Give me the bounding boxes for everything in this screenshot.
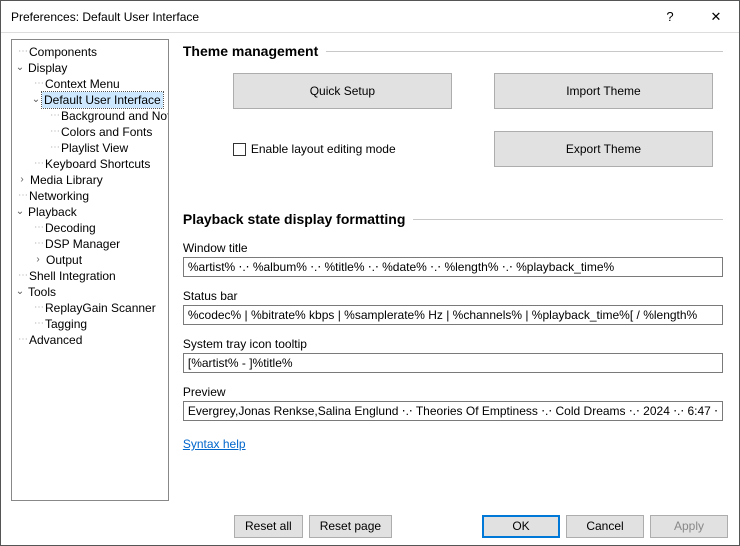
chevron-down-icon[interactable]: ⌄ — [14, 284, 26, 300]
tree-item-media-library[interactable]: › Media Library — [14, 172, 166, 188]
chevron-right-icon[interactable]: › — [16, 172, 28, 188]
tree-item-playback[interactable]: ⌄ Playback — [14, 204, 166, 220]
window-title-input[interactable] — [183, 257, 723, 277]
checkbox-label: Enable layout editing mode — [251, 142, 396, 156]
title-bar: Preferences: Default User Interface ? ✕ — [1, 1, 739, 33]
window-title-field: Window title — [183, 241, 723, 277]
syntax-help-link[interactable]: Syntax help — [183, 437, 246, 451]
reset-all-button[interactable]: Reset all — [234, 515, 303, 538]
window-title-label: Window title — [183, 241, 723, 255]
content-area: ⋯ Components ⌄ Display ⋯ Context Menu ⌄ … — [1, 33, 739, 507]
tree-connector: ⋯ — [34, 316, 43, 332]
tray-label: System tray icon tooltip — [183, 337, 723, 351]
tree-connector: ⋯ — [34, 220, 43, 236]
preview-value: Evergrey,Jonas Renkse,Salina Englund ⋅.⋅… — [183, 401, 723, 421]
chevron-down-icon[interactable]: ⌄ — [30, 92, 42, 108]
tree-item-display[interactable]: ⌄ Display — [14, 60, 166, 76]
tree-connector: ⋯ — [34, 236, 43, 252]
chevron-down-icon[interactable]: ⌄ — [14, 60, 26, 76]
status-bar-label: Status bar — [183, 289, 723, 303]
tree-item-networking[interactable]: ⋯ Networking — [14, 188, 166, 204]
tree-item-keyboard-shortcuts[interactable]: ⋯ Keyboard Shortcuts — [14, 156, 166, 172]
tree-item-default-ui[interactable]: ⌄ Default User Interface — [14, 92, 166, 108]
export-theme-button[interactable]: Export Theme — [494, 131, 713, 167]
chevron-right-icon[interactable]: › — [32, 252, 44, 268]
tree-item-components[interactable]: ⋯ Components — [14, 44, 166, 60]
tree-connector: ⋯ — [18, 332, 27, 348]
tree-item-advanced[interactable]: ⋯ Advanced — [14, 332, 166, 348]
tree-item-shell-integration[interactable]: ⋯ Shell Integration — [14, 268, 166, 284]
import-theme-button[interactable]: Import Theme — [494, 73, 713, 109]
tree-connector: ⋯ — [34, 76, 43, 92]
tree-connector: ⋯ — [50, 124, 59, 140]
checkbox-icon[interactable] — [233, 143, 246, 156]
theme-heading: Theme management — [183, 43, 723, 59]
preview-field: Preview Evergrey,Jonas Renkse,Salina Eng… — [183, 385, 723, 421]
quick-setup-button[interactable]: Quick Setup — [233, 73, 452, 109]
preview-label: Preview — [183, 385, 723, 399]
tree-connector: ⋯ — [50, 140, 59, 156]
tree-item-output[interactable]: › Output — [14, 252, 166, 268]
nav-tree[interactable]: ⋯ Components ⌄ Display ⋯ Context Menu ⌄ … — [11, 39, 169, 501]
enable-editing-checkbox[interactable]: Enable layout editing mode — [233, 131, 452, 167]
tree-connector: ⋯ — [34, 156, 43, 172]
close-button[interactable]: ✕ — [693, 1, 739, 33]
theme-buttons-grid: Quick Setup Import Theme Enable layout e… — [183, 73, 723, 167]
tree-connector: ⋯ — [18, 44, 27, 60]
reset-page-button[interactable]: Reset page — [309, 515, 392, 538]
status-bar-field: Status bar — [183, 289, 723, 325]
tree-item-tools[interactable]: ⌄ Tools — [14, 284, 166, 300]
status-bar-input[interactable] — [183, 305, 723, 325]
cancel-button[interactable]: Cancel — [566, 515, 644, 538]
tray-field: System tray icon tooltip — [183, 337, 723, 373]
tree-connector: ⋯ — [50, 108, 59, 124]
tree-item-tagging[interactable]: ⋯ Tagging — [14, 316, 166, 332]
tree-item-playlist-view[interactable]: ⋯ Playlist View — [14, 140, 166, 156]
dialog-footer: Reset all Reset page OK Cancel Apply — [10, 512, 728, 540]
tree-item-decoding[interactable]: ⋯ Decoding — [14, 220, 166, 236]
chevron-down-icon[interactable]: ⌄ — [14, 204, 26, 220]
tree-connector: ⋯ — [34, 300, 43, 316]
tree-item-context-menu[interactable]: ⋯ Context Menu — [14, 76, 166, 92]
tree-connector: ⋯ — [18, 268, 27, 284]
tree-connector: ⋯ — [18, 188, 27, 204]
tree-item-colors-fonts[interactable]: ⋯ Colors and Fonts — [14, 124, 166, 140]
window-title: Preferences: Default User Interface — [11, 10, 647, 24]
tree-item-replaygain[interactable]: ⋯ ReplayGain Scanner — [14, 300, 166, 316]
apply-button[interactable]: Apply — [650, 515, 728, 538]
formatting-heading: Playback state display formatting — [183, 211, 723, 227]
tree-item-bg-notif[interactable]: ⋯ Background and Notifications — [14, 108, 166, 124]
help-button[interactable]: ? — [647, 1, 693, 33]
ok-button[interactable]: OK — [482, 515, 560, 538]
tree-item-dsp-manager[interactable]: ⋯ DSP Manager — [14, 236, 166, 252]
tray-input[interactable] — [183, 353, 723, 373]
main-panel: Theme management Quick Setup Import Them… — [169, 33, 739, 507]
